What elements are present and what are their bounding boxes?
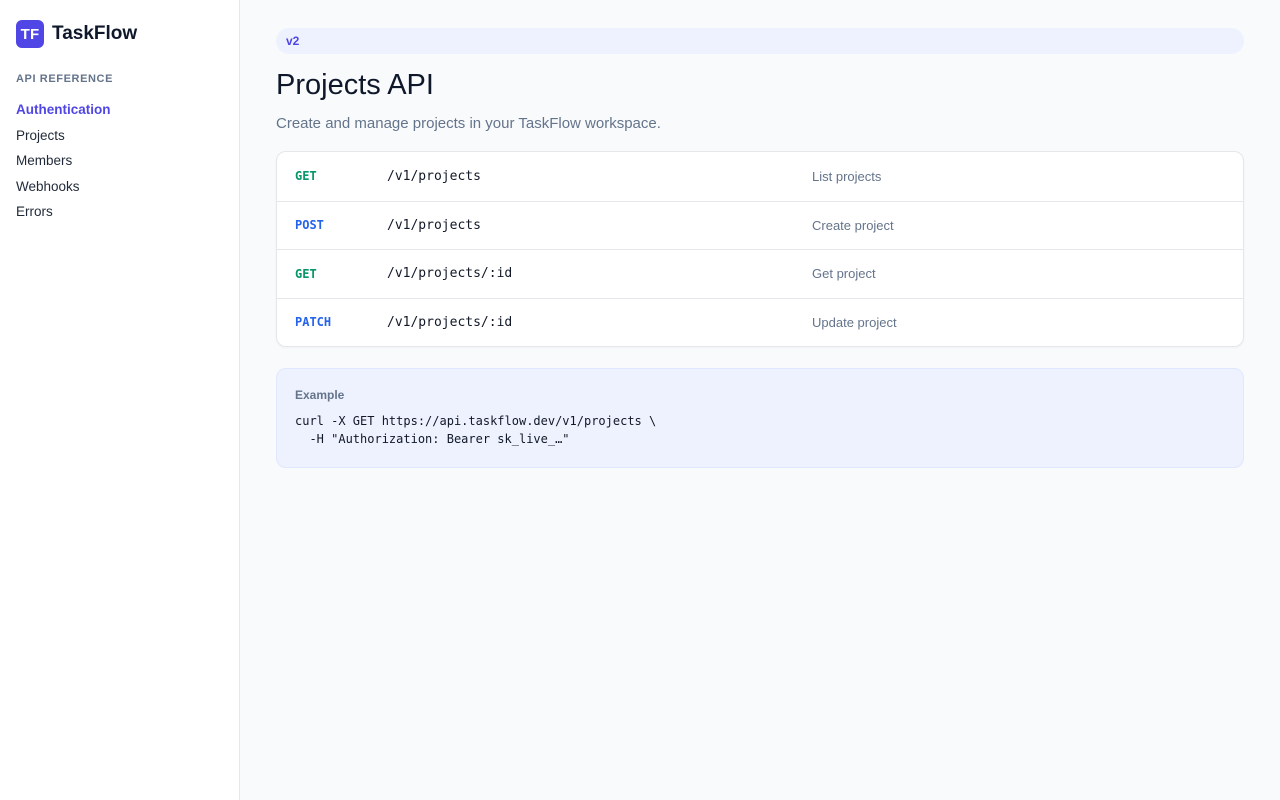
endpoint-list: GET /v1/projects List projects POST /v1/…: [276, 151, 1244, 347]
http-method: GET: [295, 169, 317, 184]
version-label: v2: [286, 34, 300, 48]
main-content: v2 Projects API Create and manage projec…: [276, 28, 1244, 468]
sidebar-item-errors[interactable]: Errors: [16, 203, 111, 229]
endpoint-row[interactable]: POST /v1/projects Create project: [277, 200, 1243, 250]
sidebar: TF TaskFlow API REFERENCE Authentication…: [0, 0, 240, 800]
endpoint-path: /v1/projects: [387, 217, 481, 233]
code-line: curl -X GET https://api.taskflow.dev/v1/…: [295, 414, 657, 428]
page-subtitle: Create and manage projects in your TaskF…: [276, 115, 661, 132]
sidebar-item-members[interactable]: Members: [16, 152, 111, 178]
endpoint-path: /v1/projects: [387, 168, 481, 184]
example-label: Example: [295, 388, 345, 402]
version-badge: v2: [276, 28, 1244, 54]
endpoint-summary: Update project: [812, 314, 897, 330]
endpoint-summary: Create project: [812, 217, 894, 233]
example-panel: Example curl -X GET https://api.taskflow…: [276, 368, 1244, 468]
endpoint-path: /v1/projects/:id: [387, 266, 513, 282]
endpoint-summary: Get project: [812, 266, 876, 282]
endpoint-row[interactable]: PATCH /v1/projects/:id Update project: [277, 297, 1243, 347]
brand[interactable]: TF TaskFlow: [16, 20, 137, 48]
page-title: Projects API: [276, 69, 434, 101]
http-method: PATCH: [295, 315, 332, 330]
endpoint-row[interactable]: GET /v1/projects List projects: [277, 152, 1243, 201]
code-line: -H "Authorization: Bearer sk_live_…": [295, 432, 570, 446]
sidebar-item-projects[interactable]: Projects: [16, 127, 111, 153]
endpoint-row[interactable]: GET /v1/projects/:id Get project: [277, 249, 1243, 298]
brand-name: TaskFlow: [52, 23, 138, 44]
endpoint-summary: List projects: [812, 168, 882, 184]
sidebar-item-authentication[interactable]: Authentication: [16, 101, 111, 127]
code-block[interactable]: curl -X GET https://api.taskflow.dev/v1/…: [295, 412, 1225, 448]
brand-logo-icon: TF: [16, 20, 44, 48]
endpoint-path: /v1/projects/:id: [387, 314, 513, 330]
sidebar-item-webhooks[interactable]: Webhooks: [16, 178, 111, 204]
http-method: GET: [295, 266, 317, 281]
sidebar-section-title: API REFERENCE: [16, 73, 114, 85]
sidebar-nav: Authentication Projects Members Webhooks…: [16, 101, 111, 229]
http-method: POST: [295, 218, 324, 233]
